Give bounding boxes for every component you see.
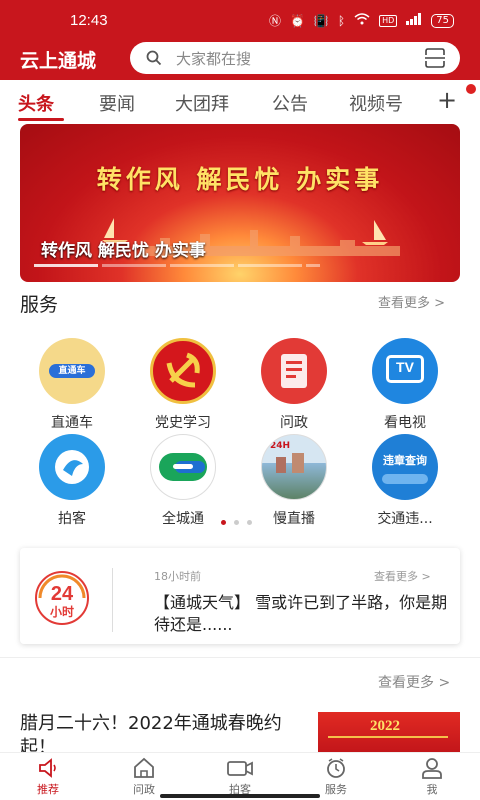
signal-icon (406, 13, 422, 28)
services-title: 服务 (20, 294, 59, 316)
search-icon (146, 50, 162, 66)
news-thumbnail[interactable]: 2022 (318, 712, 460, 752)
service-city-pass[interactable]: 全城通 (128, 434, 238, 528)
service-label: 问政 (280, 415, 308, 431)
status-icons: Ⓝ ⏰ 📳 ᛒ HD 75 (269, 12, 454, 29)
clock-icon (327, 758, 345, 778)
service-label: 慢直播 (273, 511, 315, 527)
speaker-icon (39, 758, 56, 778)
service-label: 党史学习 (155, 415, 211, 431)
bus-badge-icon: 直通车 (39, 338, 105, 404)
tv-icon: TV (372, 338, 438, 404)
add-tab-icon[interactable]: + (437, 86, 457, 114)
service-label: 全城通 (162, 511, 204, 527)
tab-new-year-greeting[interactable]: 大团拜 (175, 90, 229, 116)
service-label: 直通车 (51, 415, 93, 431)
nav-label: 我 (426, 783, 438, 796)
tab-news[interactable]: 要闻 (99, 90, 135, 116)
city-pass-icon (150, 434, 216, 500)
service-photo-reporter[interactable]: 拍客 (17, 434, 127, 528)
search-placeholder: 大家都在搜 (176, 50, 252, 68)
bluetooth-icon: ᛒ (337, 13, 346, 28)
category-tabs: 头条 要闻 大团拜 公告 视频号 + (0, 80, 480, 124)
hd-badge: HD (379, 14, 398, 27)
scan-icon[interactable] (424, 48, 446, 68)
tab-video[interactable]: 视频号 (349, 90, 403, 116)
service-traffic-violation[interactable]: 违章查询 交通违... (350, 434, 460, 528)
service-label: 拍客 (58, 511, 86, 527)
nav-inquiry[interactable]: 问政 (114, 757, 174, 797)
status-time: 12:43 (70, 12, 108, 29)
camera-bird-icon (39, 434, 105, 500)
services-pager (221, 520, 252, 525)
status-bar: 12:43 Ⓝ ⏰ 📳 ᛒ HD 75 (0, 0, 480, 40)
section-divider (0, 657, 480, 658)
search-bar[interactable]: 大家都在搜 (130, 42, 460, 74)
app-screen: 12:43 Ⓝ ⏰ 📳 ᛒ HD 75 云上通城 大家都在搜 头条 要闻 大团拜 (0, 0, 480, 800)
vibrate-icon: 📳 (313, 13, 329, 28)
24-hours-logo: 24 小时 (34, 570, 90, 626)
card-timestamp: 18小时前 (154, 570, 201, 583)
service-party-history[interactable]: 党史学习 (128, 338, 238, 432)
weather-news-card[interactable]: 24 小时 18小时前 查看更多 > 【通城天气】 雪或许已到了半路，你是期待还… (20, 548, 460, 644)
app-title: 云上通城 (20, 50, 97, 72)
nav-me[interactable]: 我 (402, 757, 462, 797)
banner-caption: 转作风 解民忧 办实事 (41, 241, 206, 261)
wifi-icon (354, 13, 370, 28)
service-label: 交通违... (377, 511, 433, 527)
nav-label: 推荐 (37, 783, 59, 796)
nav-recommend[interactable]: 推荐 (18, 757, 78, 797)
home-indicator[interactable] (160, 794, 320, 798)
sailboat-right-graphic (362, 220, 388, 245)
live-stream-icon: 24H (261, 434, 327, 500)
app-header: 云上通城 大家都在搜 (0, 40, 480, 80)
logo-unit: 小时 (50, 604, 74, 619)
logo-number: 24 (51, 583, 74, 605)
active-tab-indicator (18, 118, 64, 121)
nfc-icon: Ⓝ (268, 14, 281, 28)
service-label: 看电视 (384, 415, 426, 431)
hero-banner[interactable]: 转作风 解民忧 办实事 转作风 解民忧 办实事 (20, 124, 460, 282)
house-icon (134, 757, 154, 778)
service-live-stream[interactable]: 24H 慢直播 (239, 434, 349, 528)
bottom-navigation: 推荐 问政 拍客 服务 我 (0, 752, 480, 800)
service-tv[interactable]: TV 看电视 (350, 338, 460, 432)
inquiry-icon (261, 338, 327, 404)
video-camera-icon (227, 761, 253, 776)
card-headline: 【通城天气】 雪或许已到了半路，你是期待还是...... (154, 593, 448, 634)
notification-dot (466, 84, 476, 94)
nav-services[interactable]: 服务 (306, 757, 366, 797)
party-emblem-icon (150, 338, 216, 404)
banner-pager (34, 264, 320, 267)
card-more-link[interactable]: 查看更多 > (374, 568, 431, 584)
service-inquiry[interactable]: 问政 (239, 338, 349, 432)
service-bus[interactable]: 直通车 直通车 (17, 338, 127, 432)
news-more-link[interactable]: 查看更多 > (378, 672, 450, 692)
battery-indicator: 75 (431, 13, 454, 28)
traffic-violation-icon: 违章查询 (372, 434, 438, 500)
tab-headlines[interactable]: 头条 (18, 90, 54, 116)
services-more-link[interactable]: 查看更多 > (378, 292, 445, 311)
tab-announcements[interactable]: 公告 (272, 90, 308, 116)
person-icon (422, 758, 442, 779)
card-divider (112, 568, 113, 632)
alarm-icon: ⏰ (289, 13, 305, 28)
nav-photo[interactable]: 拍客 (210, 757, 270, 797)
banner-slogan: 转作风 解民忧 办实事 (96, 165, 384, 194)
thumbnail-year: 2022 (370, 718, 400, 734)
